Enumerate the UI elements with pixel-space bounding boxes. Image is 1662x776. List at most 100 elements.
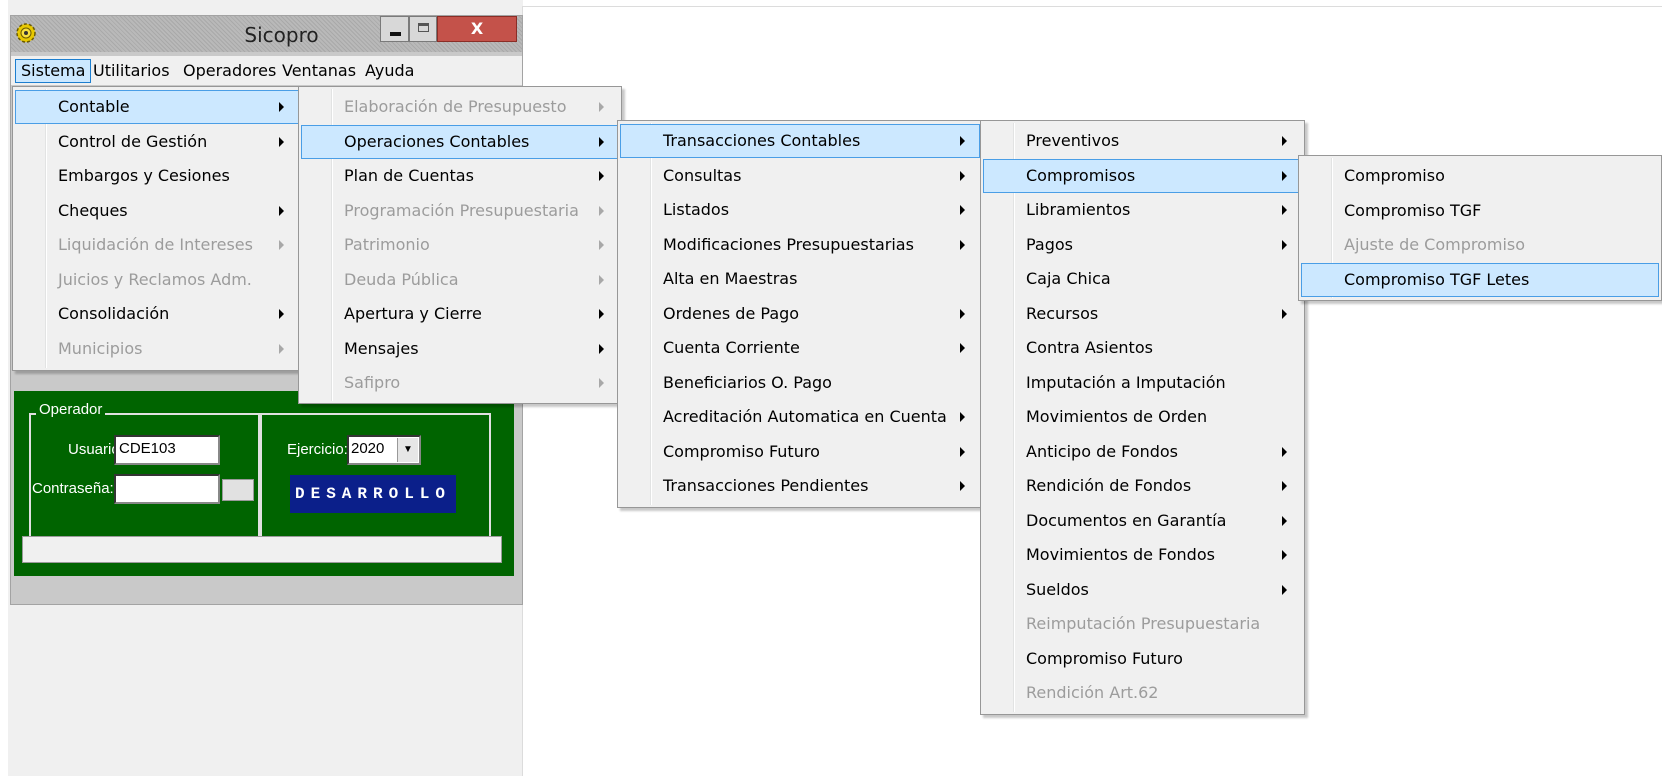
menu-item-label: Programación Presupuestaria <box>344 200 579 220</box>
menu-item-compromiso-futuro[interactable]: Compromiso Futuro <box>620 435 980 469</box>
menu-item-label: Imputación a Imputación <box>1026 372 1226 392</box>
menu-item-beneficiarios-o-pago[interactable]: Beneficiarios O. Pago <box>620 366 980 400</box>
menu-item-rendicion-de-fondos[interactable]: Rendición de Fondos <box>983 469 1302 503</box>
chevron-right-icon <box>960 412 965 422</box>
menu-item-libramientos[interactable]: Libramientos <box>983 193 1302 227</box>
menu-item-consolidacion[interactable]: Consolidación <box>15 297 299 331</box>
menu-item-cuenta-corriente[interactable]: Cuenta Corriente <box>620 331 980 365</box>
menu-item-cheques[interactable]: Cheques <box>15 194 299 228</box>
chevron-right-icon <box>599 205 604 216</box>
menu-item-control-de-gestion[interactable]: Control de Gestión <box>15 125 299 159</box>
menu-item-modificaciones-presupuestarias[interactable]: Modificaciones Presupuestarias <box>620 228 980 262</box>
login-button[interactable] <box>222 479 254 501</box>
year-select[interactable]: 2020 ▼ <box>347 435 421 465</box>
maximize-icon <box>418 23 429 32</box>
chevron-right-icon <box>279 343 284 354</box>
menu-utilitarios[interactable]: Utilitarios <box>87 59 176 83</box>
menu-item-recursos[interactable]: Recursos <box>983 297 1302 331</box>
menu-item-label: Listados <box>663 200 730 219</box>
menu-item-label: Embargos y Cesiones <box>58 166 230 185</box>
menu-item-label: Apertura y Cierre <box>344 304 482 323</box>
menu-item-compromiso-tgf[interactable]: Compromiso TGF <box>1301 194 1659 228</box>
chevron-right-icon <box>1282 205 1287 215</box>
menu-item-anticipo-de-fondos[interactable]: Anticipo de Fondos <box>983 435 1302 469</box>
menu-item-apertura-y-cierre[interactable]: Apertura y Cierre <box>301 297 619 331</box>
menu-item-embargos-y-cesiones[interactable]: Embargos y Cesiones <box>15 159 299 193</box>
chevron-right-icon <box>960 343 965 353</box>
menu-item-reimputacion-presupuestaria: Reimputación Presupuestaria <box>983 607 1302 641</box>
transacciones-contables-submenu: Preventivos Compromisos Libramientos Pagos C… <box>980 120 1305 715</box>
minimize-button[interactable] <box>380 16 409 42</box>
chevron-right-icon <box>1282 550 1287 560</box>
chevron-right-icon <box>1282 446 1287 457</box>
operator-group-title: Operador <box>36 401 106 418</box>
chevron-right-icon <box>960 136 965 146</box>
menu-item-operaciones-contables[interactable]: Operaciones Contables <box>301 124 619 159</box>
menu-item-label: Transacciones Contables <box>663 131 861 150</box>
menu-item-label: Cheques <box>58 200 128 220</box>
maximize-button[interactable] <box>409 16 437 42</box>
chevron-right-icon <box>1282 515 1287 526</box>
menu-item-label: Elaboración de Presupuesto <box>344 97 567 116</box>
menu-item-rendicion-art-62: Rendición Art.62 <box>983 676 1302 710</box>
menu-item-contra-asientos[interactable]: Contra Asientos <box>983 331 1302 365</box>
menu-item-label: Safipro <box>344 373 401 392</box>
chevron-right-icon <box>599 102 604 112</box>
screen-edge <box>0 0 8 776</box>
menu-ayuda[interactable]: Ayuda <box>359 59 420 83</box>
title-bar[interactable]: Sicopro X <box>11 16 522 52</box>
chevron-right-icon <box>279 102 284 112</box>
menu-item-ordenes-de-pago[interactable]: Ordenes de Pago <box>620 297 980 331</box>
menu-item-movimientos-de-orden[interactable]: Movimientos de Orden <box>983 400 1302 434</box>
menu-item-label: Patrimonio <box>344 235 430 254</box>
menu-item-label: Movimientos de Orden <box>1026 407 1208 426</box>
menu-item-label: Pagos <box>1026 234 1074 254</box>
menu-item-transacciones-contables[interactable]: Transacciones Contables <box>620 124 980 158</box>
menu-item-label: Movimientos de Fondos <box>1026 545 1215 564</box>
menu-item-compromisos[interactable]: Compromisos <box>983 158 1302 193</box>
menu-item-caja-chica[interactable]: Caja Chica <box>983 262 1302 296</box>
menu-item-label: Operaciones Contables <box>344 131 530 151</box>
user-field[interactable]: CDE103 <box>114 435 220 465</box>
menu-item-programacion-presupuestaria: Programación Presupuestaria <box>301 194 619 228</box>
password-field[interactable] <box>114 474 220 504</box>
menu-item-label: Municipios <box>58 338 143 358</box>
menu-item-listados[interactable]: Listados <box>620 193 980 227</box>
menu-item-contable[interactable]: Contable <box>15 90 299 124</box>
menu-item-pagos[interactable]: Pagos <box>983 228 1302 262</box>
menu-ventanas[interactable]: Ventanas <box>276 59 362 83</box>
menu-item-ajuste-de-compromiso: Ajuste de Compromiso <box>1301 228 1659 262</box>
menu-operadores[interactable]: Operadores <box>177 59 282 83</box>
menu-item-label: Preventivos <box>1026 131 1120 150</box>
chevron-right-icon <box>279 136 284 147</box>
menu-item-transacciones-pendientes[interactable]: Transacciones Pendientes <box>620 469 980 503</box>
close-button[interactable]: X <box>437 16 517 42</box>
menu-item-sueldos[interactable]: Sueldos <box>983 573 1302 607</box>
menu-item-acreditacion-automatica-en-cuenta[interactable]: Acreditación Automatica en Cuenta <box>620 400 980 434</box>
chevron-down-icon[interactable]: ▼ <box>397 438 418 462</box>
compromisos-submenu: Compromiso Compromiso TGF Ajuste de Compro… <box>1298 155 1662 301</box>
menu-item-consultas[interactable]: Consultas <box>620 159 980 193</box>
menu-item-label: Rendición de Fondos <box>1026 476 1192 495</box>
menu-bar: Sistema Utilitarios Operadores Ventanas … <box>11 56 522 85</box>
menu-item-compromiso-tgf-letes[interactable]: Compromiso TGF Letes <box>1301 262 1659 297</box>
menu-item-preventivos[interactable]: Preventivos <box>983 124 1302 158</box>
menu-item-label: Compromiso Futuro <box>1026 648 1183 668</box>
menu-item-compromiso-futuro[interactable]: Compromiso Futuro <box>983 642 1302 676</box>
menu-item-label: Sueldos <box>1026 579 1089 599</box>
menu-item-documentos-en-garantia[interactable]: Documentos en Garantía <box>983 504 1302 538</box>
menu-item-mensajes[interactable]: Mensajes <box>301 332 619 366</box>
menu-sistema[interactable]: Sistema <box>15 59 92 83</box>
chevron-right-icon <box>960 308 965 319</box>
menu-item-municipios: Municipios <box>15 332 299 366</box>
menu-item-movimientos-de-fondos[interactable]: Movimientos de Fondos <box>983 538 1302 572</box>
menu-item-plan-de-cuentas[interactable]: Plan de Cuentas <box>301 159 619 193</box>
chevron-right-icon <box>960 239 965 250</box>
menu-item-label: Control de Gestión <box>58 131 208 151</box>
menu-item-compromiso[interactable]: Compromiso <box>1301 159 1659 193</box>
menu-item-label: Modificaciones Presupuestarias <box>663 234 914 254</box>
menu-item-imputacion-a-imputacion[interactable]: Imputación a Imputación <box>983 366 1302 400</box>
menu-item-label: Compromiso TGF Letes <box>1344 269 1530 289</box>
menu-item-alta-en-maestras[interactable]: Alta en Maestras <box>620 262 980 296</box>
menu-item-label: Caja Chica <box>1026 269 1111 288</box>
